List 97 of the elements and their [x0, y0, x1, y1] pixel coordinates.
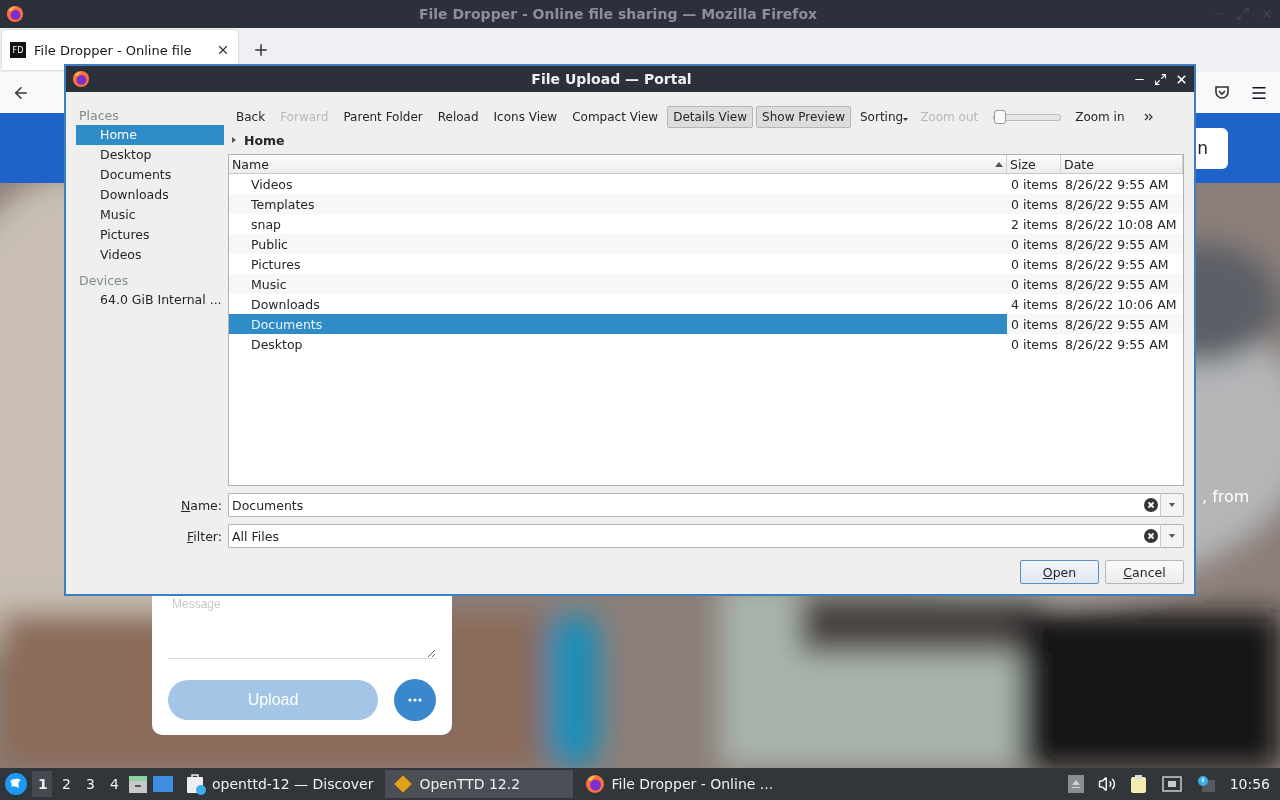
place-item[interactable]: Home — [76, 125, 224, 145]
caret-icon — [1168, 533, 1176, 539]
zoom-slider[interactable] — [993, 113, 1062, 121]
table-cell-text: 8/26/22 9:55 AM — [1064, 335, 1170, 354]
clipboard-icon[interactable] — [1129, 774, 1148, 794]
table-cell-text: 0 items — [1010, 275, 1059, 294]
bag-icon — [186, 773, 206, 795]
workspace-button[interactable]: 1 — [32, 771, 52, 797]
places-heading: Places — [78, 107, 120, 125]
table-cell-text: 8/26/22 9:55 AM — [1064, 235, 1170, 254]
place-item[interactable]: Documents — [76, 165, 224, 185]
field-label: Name: — [180, 497, 223, 513]
workspace-button[interactable]: 3 — [80, 771, 100, 797]
table-cell-text: 8/26/22 10:08 AM — [1064, 215, 1178, 234]
toolbar-button[interactable]: Reload — [431, 106, 485, 128]
table-cell-text: 0 items — [1010, 175, 1059, 194]
table-cell-text: 8/26/22 9:55 AM — [1064, 315, 1170, 334]
file-name[interactable]: Videos — [229, 174, 1007, 194]
pocket-icon[interactable] — [1214, 84, 1230, 101]
file-cabinet-icon[interactable] — [128, 774, 148, 794]
column-header[interactable]: Size — [1007, 155, 1061, 173]
toolbar-button[interactable]: Parent Folder — [337, 106, 429, 128]
view-toggle[interactable]: Details View — [667, 106, 754, 128]
sort-icon — [995, 161, 1003, 167]
sorting-menu[interactable]: Sorting — [854, 106, 912, 128]
file-name[interactable]: Public — [229, 234, 1007, 254]
table-cell-text: 4 items — [1010, 295, 1059, 314]
column-header[interactable]: Date — [1061, 155, 1183, 173]
new-tab-icon[interactable] — [252, 41, 270, 59]
field-label: Filter: — [187, 528, 223, 544]
table-cell-text: 8/26/22 9:55 AM — [1064, 175, 1170, 194]
devices-heading: Devices — [78, 272, 130, 290]
network-icon[interactable] — [1161, 776, 1182, 792]
file-name[interactable]: Music — [229, 274, 1007, 294]
file-name[interactable]: Pictures — [229, 254, 1007, 274]
view-toggle[interactable]: Compact View — [566, 106, 665, 128]
toolbar-button[interactable]: Zoom in — [1069, 106, 1131, 128]
clear-icon[interactable] — [1144, 529, 1158, 543]
place-item[interactable]: Downloads — [76, 185, 224, 205]
task-button[interactable]: OpenTTD 12.2 — [385, 770, 574, 798]
file-name[interactable]: snap — [229, 214, 1007, 234]
close-icon[interactable] — [216, 43, 230, 57]
place-item[interactable]: Pictures — [76, 225, 224, 245]
firefox-logo-icon — [72, 70, 90, 88]
expand-icon — [230, 137, 238, 143]
table-cell-text: 0 items — [1010, 335, 1059, 354]
close-icon[interactable] — [1175, 72, 1188, 86]
place-item[interactable]: Videos — [76, 245, 224, 265]
caret-icon — [903, 118, 909, 121]
device-item[interactable]: 64.0 GiB Internal ... — [76, 290, 224, 310]
dialog-title: File Upload — Portal — [530, 71, 693, 87]
table-cell-text: 8/26/22 9:55 AM — [1064, 255, 1170, 274]
launcher-icon[interactable] — [4, 772, 28, 796]
table-cell-text: 0 items — [1010, 235, 1059, 254]
table-cell-text: 0 items — [1010, 315, 1059, 334]
input-field[interactable]: All Files — [228, 524, 1160, 548]
file-name[interactable]: Templates — [229, 194, 1007, 214]
workspace-button[interactable]: 2 — [56, 771, 76, 797]
volume-icon[interactable] — [1097, 775, 1116, 793]
maximize-icon[interactable] — [1154, 72, 1167, 86]
place-item[interactable]: Desktop — [76, 145, 224, 165]
table-cell-text: 8/26/22 10:06 AM — [1064, 295, 1178, 314]
dialog-button[interactable]: Cancel — [1105, 560, 1184, 584]
file-name[interactable]: Downloads — [229, 294, 1007, 314]
window-title: File Dropper - Online file sharing — Mozilla Firefox — [417, 6, 819, 22]
site-favicon: FD — [10, 42, 26, 58]
workspace-button[interactable]: 4 — [104, 771, 124, 797]
desktop-icon[interactable] — [152, 774, 174, 794]
chevrons-icon[interactable] — [1143, 113, 1154, 121]
table-cell-text: 8/26/22 9:55 AM — [1064, 275, 1170, 294]
diamond-icon — [393, 774, 414, 794]
more-icon — [408, 698, 422, 702]
task-button[interactable]: openttd-12 — Discover — [178, 770, 382, 798]
view-toggle[interactable]: Show Preview — [756, 106, 851, 128]
table-cell-text: 2 items — [1010, 215, 1059, 234]
toolbar-button[interactable]: Back — [230, 106, 272, 128]
table-cell-text: 8/26/22 9:55 AM — [1064, 195, 1170, 214]
table-cell-text: 0 items — [1010, 195, 1059, 214]
more-button[interactable] — [394, 679, 436, 721]
firefox-logo-icon — [585, 774, 606, 794]
table-cell-text: 0 items — [1010, 255, 1059, 274]
clear-icon[interactable] — [1144, 498, 1158, 512]
place-item[interactable]: Music — [76, 205, 224, 225]
clock: 10:56 — [1229, 776, 1270, 792]
column-header[interactable]: Name — [229, 155, 1007, 173]
input-field[interactable]: Documents — [228, 493, 1160, 517]
file-name[interactable]: Desktop — [229, 334, 1007, 354]
notification-icon[interactable] — [1195, 775, 1216, 793]
eject-icon[interactable] — [1067, 775, 1084, 793]
breadcrumb[interactable]: Home — [244, 132, 285, 148]
slider-thumb[interactable] — [994, 109, 1007, 124]
caret-icon — [1168, 502, 1176, 508]
firefox-logo-icon — [6, 5, 24, 23]
task-button[interactable]: File Dropper - Online ... — [577, 770, 782, 798]
dialog-button[interactable]: Open — [1020, 560, 1099, 584]
view-toggle[interactable]: Icons View — [487, 106, 564, 128]
intro-text: , from — [1202, 487, 1250, 506]
